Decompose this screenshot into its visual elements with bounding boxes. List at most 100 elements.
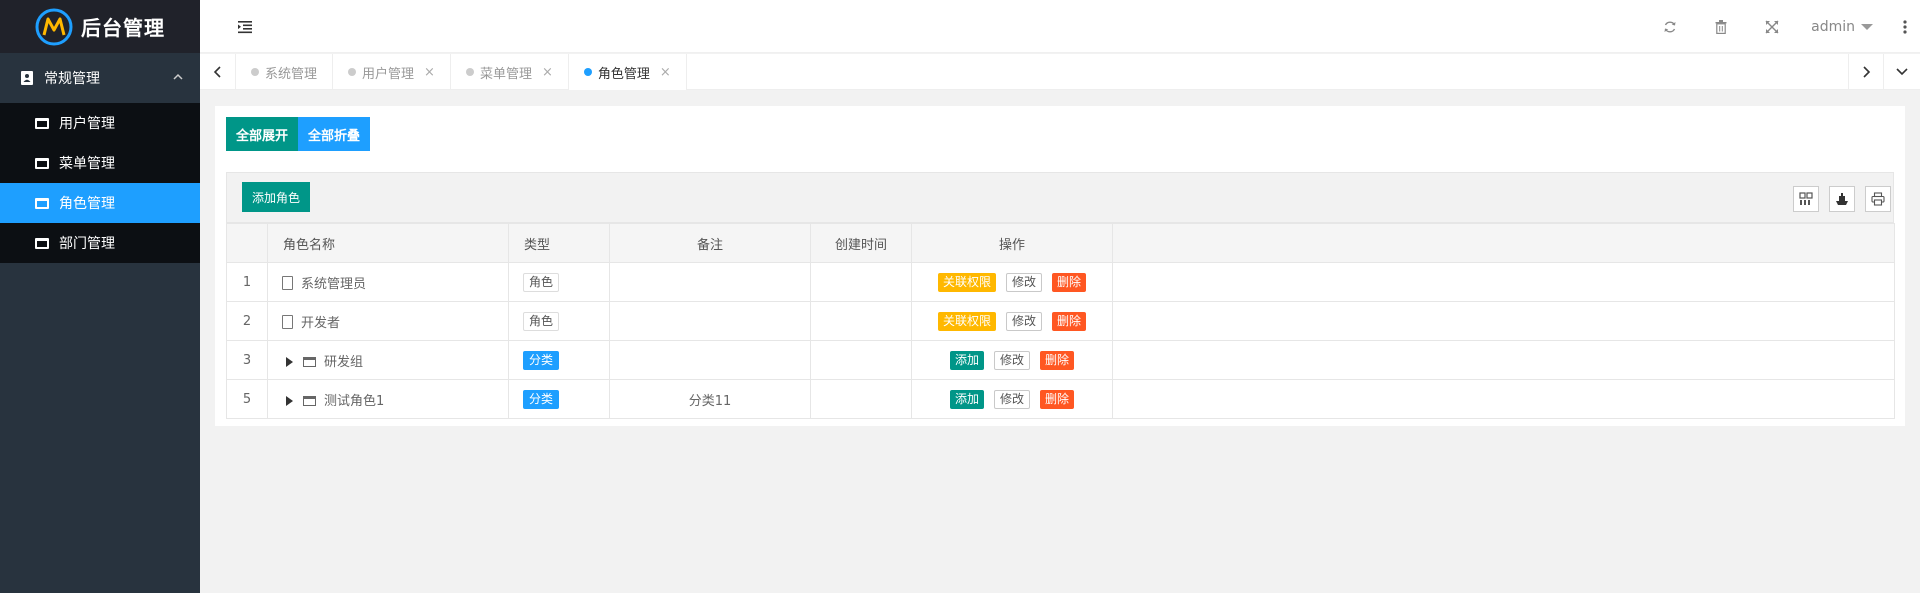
logo-icon <box>35 8 73 45</box>
delete-button[interactable]: 删除 <box>1052 311 1087 331</box>
type-badge: 分类 <box>523 389 560 409</box>
filler-cell <box>1112 301 1895 341</box>
more-vertical-icon <box>1903 19 1907 34</box>
user-menu[interactable]: admin <box>1811 0 1873 53</box>
sidebar-item-roles[interactable]: 角色管理 <box>0 183 200 223</box>
tab-system[interactable]: 系统管理 <box>236 54 334 90</box>
file-icon <box>282 275 293 290</box>
more-options-button[interactable] <box>1890 0 1920 53</box>
row-index: 5 <box>226 379 268 419</box>
role-name: 系统管理员 <box>301 276 367 292</box>
tab-label: 用户管理 <box>362 66 415 82</box>
close-icon[interactable]: × <box>424 65 435 80</box>
tab-list: 系统管理 用户管理 × 菜单管理 × 角色管理 × <box>236 54 687 90</box>
role-name-cell: 研发组 <box>267 340 509 380</box>
actions-cell: 添加 修改 删除 <box>911 340 1113 380</box>
columns-filter-button[interactable] <box>1793 186 1819 212</box>
sidebar-group-label: 常规管理 <box>44 71 100 87</box>
row-index: 1 <box>226 262 268 302</box>
remark-cell <box>609 301 811 341</box>
table-row: 2 开发者 角色 关联权限 修改 删除 <box>226 301 1895 341</box>
roles-table: 角色名称 类型 备注 创建时间 操作 1 系统管理员 角色 关联权限修改删除 <box>226 223 1895 419</box>
created-cell <box>810 301 912 341</box>
export-button[interactable] <box>1829 186 1855 212</box>
add-button[interactable]: 添加 <box>949 389 984 409</box>
sidebar-item-departments[interactable]: 部门管理 <box>0 223 200 263</box>
delete-button[interactable]: 删除 <box>1052 272 1087 292</box>
fullscreen-button[interactable] <box>1757 0 1787 53</box>
expand-all-button[interactable]: 全部展开 <box>226 117 298 151</box>
type-badge: 角色 <box>523 272 560 292</box>
tab-roles[interactable]: 角色管理 × <box>568 54 687 90</box>
type-badge: 分类 <box>523 350 560 370</box>
tab-menus[interactable]: 菜单管理 × <box>451 54 569 90</box>
actions-cell: 添加 修改 删除 <box>911 379 1113 419</box>
column-header-index <box>226 223 268 263</box>
row-index: 3 <box>226 340 268 380</box>
tab-users[interactable]: 用户管理 × <box>333 54 451 90</box>
add-role-button[interactable]: 添加角色 <box>242 182 310 212</box>
folder-window-icon <box>303 395 316 406</box>
tabs-menu-button[interactable] <box>1884 54 1920 90</box>
column-header-actions: 操作 <box>911 223 1113 263</box>
column-header-type[interactable]: 类型 <box>508 223 610 263</box>
type-cell: 分类 <box>508 379 610 419</box>
tab-dot <box>251 68 259 76</box>
tab-dot <box>348 68 357 76</box>
expand-arrow-icon[interactable] <box>286 395 293 406</box>
filler-cell <box>1112 340 1895 380</box>
username: admin <box>1811 18 1855 35</box>
collapse-all-button[interactable]: 全部折叠 <box>298 117 370 151</box>
remark-cell: 分类11 <box>609 379 811 419</box>
logo: 后台管理 <box>0 0 200 53</box>
print-button[interactable] <box>1865 186 1891 212</box>
sidebar-item-label: 用户管理 <box>59 116 115 132</box>
tab-dot <box>465 68 474 76</box>
add-button[interactable]: 添加 <box>949 350 984 370</box>
edit-button[interactable]: 修改 <box>993 389 1030 409</box>
row-index: 2 <box>226 301 268 341</box>
file-icon <box>282 314 293 329</box>
role-name-cell: 系统管理员 <box>267 262 509 302</box>
refresh-icon <box>1664 21 1676 32</box>
link-permissions-button[interactable]: 关联权限 <box>937 272 996 292</box>
sidebar-submenu: 用户管理 菜单管理 角色管理 部门管理 <box>0 103 200 263</box>
sidebar: 后台管理 常规管理 用户管理 菜单管理 角色管理 部门管理 <box>0 0 200 593</box>
delete-button[interactable]: 删除 <box>1040 389 1075 409</box>
sidebar-toggle-button[interactable] <box>230 0 260 53</box>
expand-arrow-icon[interactable] <box>286 356 293 367</box>
close-icon[interactable]: × <box>660 65 671 80</box>
tab-label: 菜单管理 <box>479 66 532 82</box>
edit-button[interactable]: 修改 <box>1005 272 1042 292</box>
type-cell: 分类 <box>508 340 610 380</box>
role-name: 研发组 <box>324 354 364 370</box>
edit-button[interactable]: 修改 <box>993 350 1030 370</box>
sidebar-group-general[interactable]: 常规管理 <box>0 53 200 103</box>
clear-cache-button[interactable] <box>1706 0 1736 53</box>
column-header-name[interactable]: 角色名称 <box>267 223 509 263</box>
sidebar-item-label: 部门管理 <box>59 236 115 252</box>
actions-cell: 关联权限 修改 删除 <box>911 262 1113 302</box>
trash-icon <box>1715 19 1727 34</box>
sidebar-item-users[interactable]: 用户管理 <box>0 103 200 143</box>
caret-down-icon <box>1861 23 1873 30</box>
delete-button[interactable]: 删除 <box>1040 350 1075 370</box>
close-icon[interactable]: × <box>542 65 553 80</box>
table-row: 5 测试角色1 分类 分类11 添加 修改 删除 <box>226 379 1895 419</box>
type-cell: 角色 <box>508 262 610 302</box>
window-icon <box>35 157 49 169</box>
column-header-remark[interactable]: 备注 <box>609 223 811 263</box>
edit-button[interactable]: 修改 <box>1005 311 1042 331</box>
window-icon <box>35 117 49 129</box>
table-header-row: 角色名称 类型 备注 创建时间 操作 <box>226 223 1895 263</box>
type-cell: 角色 <box>508 301 610 341</box>
column-header-created[interactable]: 创建时间 <box>810 223 912 263</box>
table-toolbar: 添加角色 <box>226 172 1894 223</box>
tabs-scroll-right-button[interactable] <box>1848 54 1884 90</box>
refresh-button[interactable] <box>1655 0 1685 53</box>
link-permissions-button[interactable]: 关联权限 <box>937 311 996 331</box>
tabs-scroll-left-button[interactable] <box>200 54 236 90</box>
type-badge: 角色 <box>523 311 560 331</box>
sidebar-item-menus[interactable]: 菜单管理 <box>0 143 200 183</box>
filler-cell <box>1112 262 1895 302</box>
